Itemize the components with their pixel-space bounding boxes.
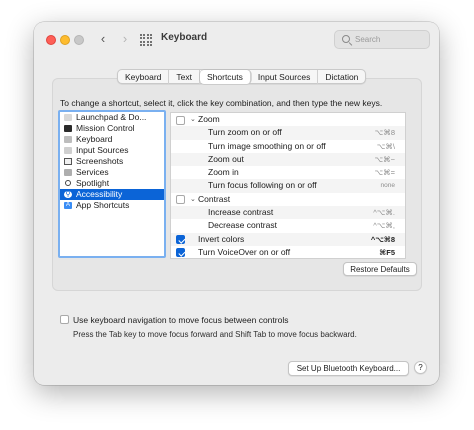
app-shortcuts-icon: A: [64, 202, 72, 209]
voiceover-checkbox[interactable]: [176, 248, 185, 258]
keyboard-navigation-help-text: Press the Tab key to move focus forward …: [73, 330, 357, 339]
services-icon: [64, 169, 72, 176]
help-button[interactable]: ?: [414, 361, 427, 374]
shortcut-row[interactable]: Zoom out ⌥⌘−: [171, 152, 405, 167]
shortcut-category-list[interactable]: Launchpad & Do... Mission Control Keyboa…: [58, 110, 166, 258]
shortcut-row[interactable]: Invert colors ^⌥⌘8: [171, 232, 405, 246]
launchpad-icon: [64, 114, 72, 121]
title-bar: ‹ › Keyboard Search: [34, 22, 439, 60]
contrast-group-checkbox[interactable]: [176, 195, 185, 205]
input-sources-icon: [64, 147, 72, 154]
search-icon: [342, 35, 350, 43]
shortcut-key[interactable]: ^⌥⌘,: [373, 219, 395, 232]
shortcut-row[interactable]: Turn zoom on or off ⌥⌘8: [171, 126, 405, 140]
shortcut-row[interactable]: Increase contrast ^⌥⌘.: [171, 206, 405, 220]
tab-keyboard[interactable]: Keyboard: [118, 70, 170, 84]
keyboard-icon: [64, 136, 72, 143]
category-spotlight[interactable]: Spotlight: [60, 178, 164, 189]
tab-input-sources[interactable]: Input Sources: [251, 70, 319, 84]
keyboard-navigation-checkbox[interactable]: [60, 315, 69, 324]
shortcut-row[interactable]: Turn VoiceOver on or off ⌘F5: [171, 246, 405, 259]
search-field[interactable]: Search: [334, 30, 430, 49]
set-up-bluetooth-keyboard-button[interactable]: Set Up Bluetooth Keyboard...: [288, 361, 409, 376]
minimize-button[interactable]: [60, 35, 70, 45]
shortcut-key[interactable]: ^⌥⌘8: [371, 233, 395, 246]
category-accessibility[interactable]: ⚲ Accessibility: [60, 189, 164, 200]
search-placeholder: Search: [355, 35, 381, 44]
shortcut-row[interactable]: Turn focus following on or off none: [171, 179, 405, 193]
window-title: Keyboard: [161, 32, 208, 43]
shortcut-row[interactable]: Decrease contrast ^⌥⌘,: [171, 219, 405, 232]
tab-shortcuts[interactable]: Shortcuts: [199, 70, 251, 84]
shortcut-key[interactable]: ⌘F5: [379, 246, 395, 259]
shortcut-key[interactable]: ⌥⌘8: [375, 126, 395, 139]
tab-dictation[interactable]: Dictation: [318, 70, 365, 84]
shortcut-row[interactable]: Zoom in ⌥⌘=: [171, 166, 405, 179]
show-all-grid-icon[interactable]: [140, 34, 152, 46]
shortcuts-table[interactable]: ⌄ Zoom Turn zoom on or off ⌥⌘8 Turn imag…: [170, 112, 406, 259]
category-mission-control[interactable]: Mission Control: [60, 123, 164, 134]
shortcut-key[interactable]: ⌥⌘\: [377, 140, 395, 153]
tab-bar: Keyboard Text Shortcuts Input Sources Di…: [117, 69, 367, 84]
disclosure-chevron-icon[interactable]: ⌄: [190, 193, 196, 206]
category-launchpad[interactable]: Launchpad & Do...: [60, 112, 164, 123]
forward-chevron-icon[interactable]: ›: [118, 31, 132, 47]
zoom-group-checkbox[interactable]: [176, 115, 185, 125]
screenshots-icon: [64, 158, 72, 165]
close-button[interactable]: [46, 35, 56, 45]
shortcut-key[interactable]: ^⌥⌘.: [373, 206, 395, 219]
shortcut-row[interactable]: Turn image smoothing on or off ⌥⌘\: [171, 140, 405, 153]
tab-text[interactable]: Text: [169, 70, 200, 84]
spotlight-icon: [65, 180, 71, 186]
mission-control-icon: [64, 125, 72, 132]
disclosure-chevron-icon[interactable]: ⌄: [190, 113, 196, 126]
accessibility-icon: ⚲: [64, 191, 72, 198]
category-screenshots[interactable]: Screenshots: [60, 156, 164, 167]
instructions-text: To change a shortcut, select it, click t…: [60, 98, 383, 108]
shortcut-key[interactable]: none: [381, 179, 395, 192]
category-input-sources[interactable]: Input Sources: [60, 145, 164, 156]
category-keyboard[interactable]: Keyboard: [60, 134, 164, 145]
back-chevron-icon[interactable]: ‹: [96, 31, 110, 47]
category-services[interactable]: Services: [60, 167, 164, 178]
shortcut-group-contrast[interactable]: ⌄ Contrast: [171, 193, 405, 206]
invert-colors-checkbox[interactable]: [176, 235, 185, 245]
restore-defaults-button[interactable]: Restore Defaults: [343, 262, 417, 276]
shortcut-key[interactable]: ⌥⌘=: [374, 166, 395, 179]
zoom-button[interactable]: [74, 35, 84, 45]
keyboard-navigation-label[interactable]: Use keyboard navigation to move focus be…: [73, 315, 288, 325]
shortcut-key[interactable]: ⌥⌘−: [374, 153, 395, 166]
shortcut-group-zoom[interactable]: ⌄ Zoom: [171, 113, 405, 126]
category-app-shortcuts[interactable]: A App Shortcuts: [60, 200, 164, 211]
